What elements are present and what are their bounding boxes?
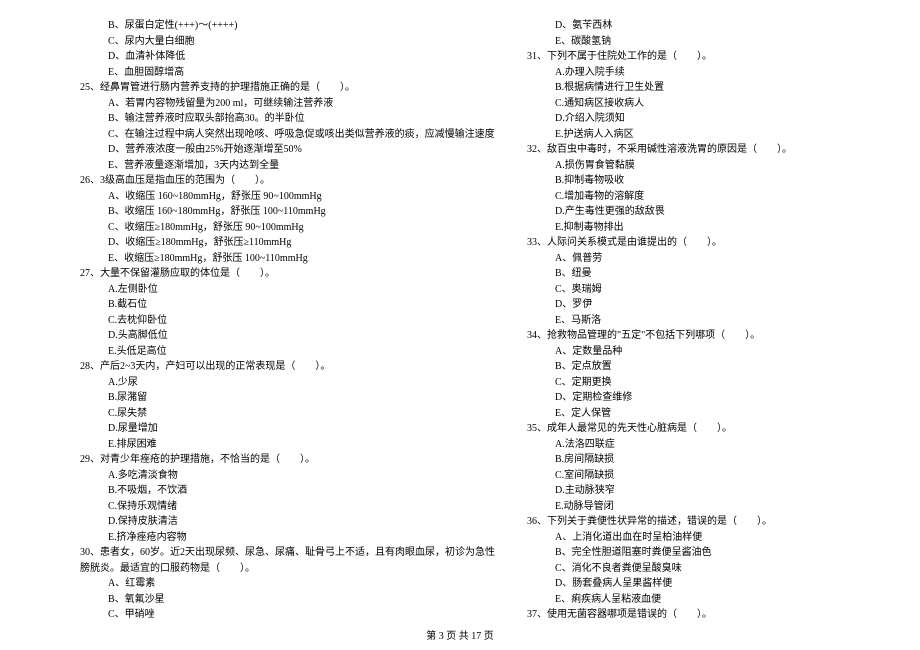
question-line: 28、产后2~3天内，产妇可以出现的正常表现是（ ）。 (80, 359, 495, 375)
option-line: A、若胃内容物残留量为200 ml，可继续输注营养液 (80, 96, 495, 112)
question-line: 27、大量不保留灌肠应取的体位是（ ）。 (80, 266, 495, 282)
option-line: E.排尿困难 (80, 437, 495, 453)
page-footer: 第 3 页 共 17 页 (0, 627, 920, 642)
option-line: E、痢疾病人呈粘液血便 (527, 592, 840, 608)
question-line: 29、对青少年痤疮的护理措施，不恰当的是（ ）。 (80, 452, 495, 468)
question-line: 32、敌百虫中毒时，不采用碱性溶液洗胃的原因是（ ）。 (527, 142, 840, 158)
option-line: A、收缩压 160~180mmHg，舒张压 90~100mmHg (80, 189, 495, 205)
option-line: A.左侧卧位 (80, 282, 495, 298)
option-line: B.截石位 (80, 297, 495, 313)
question-line: 35、成年人最常见的先天性心脏病是（ ）。 (527, 421, 840, 437)
option-line: C.去枕仰卧位 (80, 313, 495, 329)
option-line: A、红霉素 (80, 576, 495, 592)
question-line: 31、下列不属于住院处工作的是（ ）。 (527, 49, 840, 65)
option-line: E、血胆固醇增高 (80, 65, 495, 81)
option-line: A.少尿 (80, 375, 495, 391)
option-line: D.头高脚低位 (80, 328, 495, 344)
right-column: D、氨苄西林E、碳酸氢钠31、下列不属于住院处工作的是（ ）。A.办理入院手续B… (527, 18, 840, 623)
question-line: 25、经鼻胃管进行肠内营养支持的护理措施正确的是（ ）。 (80, 80, 495, 96)
option-line: D、罗伊 (527, 297, 840, 313)
option-line: A.损伤胃食管黏膜 (527, 158, 840, 174)
option-line: A.多吃清淡食物 (80, 468, 495, 484)
option-line: C、在输注过程中病人突然出现呛咳、呼吸急促或咳出类似营养液的痰，应减慢输注速度 (80, 127, 495, 143)
option-line: E、碳酸氢钠 (527, 34, 840, 50)
option-line: D、肠套叠病人呈果酱样便 (527, 576, 840, 592)
option-line: D、氨苄西林 (527, 18, 840, 34)
question-line: 26、3级高血压是指血压的范围为（ ）。 (80, 173, 495, 189)
option-line: C、收缩压≥180mmHg，舒张压 90~100mmHg (80, 220, 495, 236)
option-line: B、完全性胆道阻塞时粪便呈酱油色 (527, 545, 840, 561)
option-line: B.房间隔缺损 (527, 452, 840, 468)
option-line: E.挤净痤疮内容物 (80, 530, 495, 546)
option-line: B、定点放置 (527, 359, 840, 375)
option-line: C、定期更换 (527, 375, 840, 391)
option-line: C.尿失禁 (80, 406, 495, 422)
option-line: C、甲硝唑 (80, 607, 495, 623)
question-line: 30、患者女，60岁。近2天出现尿频、尿急、尿痛、耻骨弓上不适，且有肉眼血尿，初… (80, 545, 495, 561)
option-line: D.介绍入院须知 (527, 111, 840, 127)
option-line: E、定人保管 (527, 406, 840, 422)
option-line: B.根据病情进行卫生处置 (527, 80, 840, 96)
option-line: D、收缩压≥180mmHg，舒张压≥110mmHg (80, 235, 495, 251)
option-line: C.室间隔缺损 (527, 468, 840, 484)
option-line: D.尿量增加 (80, 421, 495, 437)
question-line: 膀胱炎。最适宜的口服药物是（ ）。 (80, 561, 495, 577)
option-line: C、奥瑞姆 (527, 282, 840, 298)
option-line: D、定期检查维修 (527, 390, 840, 406)
option-line: E.护送病人入病区 (527, 127, 840, 143)
question-line: 34、抢救物品管理的"五定"不包括下列哪项（ ）。 (527, 328, 840, 344)
option-line: B.尿潴留 (80, 390, 495, 406)
option-line: B.抑制毒物吸收 (527, 173, 840, 189)
option-line: B.不吸烟，不饮酒 (80, 483, 495, 499)
option-line: C.保持乐观情绪 (80, 499, 495, 515)
option-line: E.动脉导管闭 (527, 499, 840, 515)
option-line: A、佩普劳 (527, 251, 840, 267)
option-line: B、尿蛋白定性(+++)～(++++) (80, 18, 495, 34)
option-line: E、营养液量逐渐增加，3天内达到全量 (80, 158, 495, 174)
option-line: D.保持皮肤清洁 (80, 514, 495, 530)
option-line: D.产生毒性更强的敌敌畏 (527, 204, 840, 220)
option-line: C、尿内大量白细胞 (80, 34, 495, 50)
option-line: D、营养液浓度一般由25%开始逐渐增至50% (80, 142, 495, 158)
option-line: A、上消化道出血在时呈柏油样便 (527, 530, 840, 546)
question-line: 37、使用无菌容器哪项是错误的（ ）。 (527, 607, 840, 623)
option-line: A.法洛四联症 (527, 437, 840, 453)
option-line: C、消化不良者粪便呈酸臭味 (527, 561, 840, 577)
option-line: A、定数量品种 (527, 344, 840, 360)
option-line: A.办理入院手续 (527, 65, 840, 81)
left-column: B、尿蛋白定性(+++)～(++++)C、尿内大量白细胞D、血清补体降低E、血胆… (80, 18, 495, 623)
option-line: E、收缩压≥180mmHg，舒张压 100~110mmHg (80, 251, 495, 267)
option-line: E、马斯洛 (527, 313, 840, 329)
option-line: B、收缩压 160~180mmHg，舒张压 100~110mmHg (80, 204, 495, 220)
question-line: 36、下列关于粪便性状异常的描述，错误的是（ ）。 (527, 514, 840, 530)
option-line: C.增加毒物的溶解度 (527, 189, 840, 205)
option-line: D.主动脉狭窄 (527, 483, 840, 499)
option-line: B、氧氟沙星 (80, 592, 495, 608)
option-line: C.通知病区接收病人 (527, 96, 840, 112)
option-line: D、血清补体降低 (80, 49, 495, 65)
question-line: 33、人际问关系模式是由谁提出的（ ）。 (527, 235, 840, 251)
option-line: B、纽曼 (527, 266, 840, 282)
option-line: E.抑制毒物排出 (527, 220, 840, 236)
option-line: E.头低足高位 (80, 344, 495, 360)
option-line: B、输注营养液时应取头部抬高30。的半卧位 (80, 111, 495, 127)
